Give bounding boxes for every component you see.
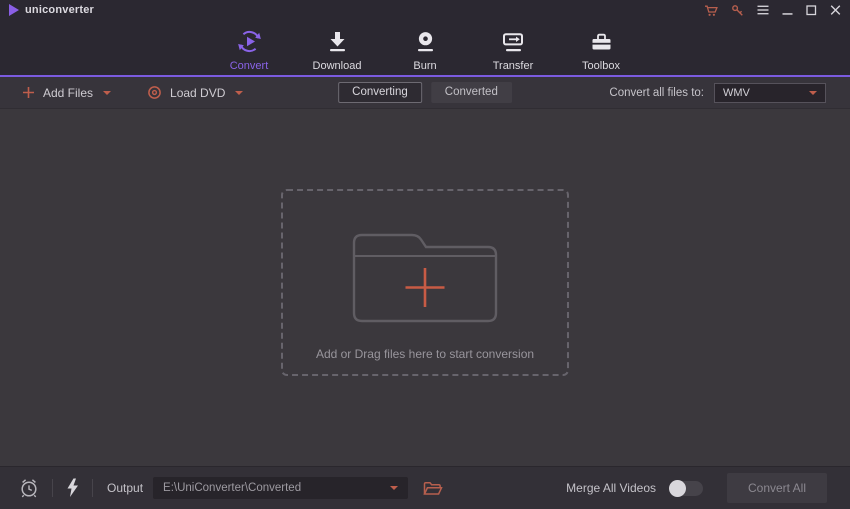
- open-folder-icon[interactable]: [423, 481, 443, 496]
- load-dvd-label: Load DVD: [170, 85, 226, 100]
- footer-divider: [92, 479, 93, 497]
- output-path-dropdown[interactable]: E:\UniConverter\Converted: [153, 477, 409, 499]
- output-path-caret-icon: [390, 486, 399, 490]
- tab-toolbox[interactable]: Toolbox: [571, 20, 631, 75]
- merge-toggle[interactable]: [669, 479, 703, 497]
- add-folder-icon: [352, 233, 498, 323]
- tab-transfer[interactable]: Transfer: [483, 20, 543, 75]
- tab-download[interactable]: Download: [307, 20, 367, 75]
- main-nav: Convert Download Burn Transfer Toolbox: [0, 20, 850, 75]
- burn-icon: [417, 32, 433, 52]
- merge-group: Merge All Videos: [566, 479, 703, 497]
- maximize-icon[interactable]: [806, 4, 817, 16]
- footer-divider: [52, 479, 53, 497]
- download-icon: [329, 32, 345, 52]
- key-icon[interactable]: [731, 4, 744, 17]
- transfer-icon: [502, 33, 523, 52]
- tab-convert[interactable]: Convert: [219, 20, 279, 75]
- output-path-value: E:\UniConverter\Converted: [163, 482, 302, 494]
- load-dvd-button[interactable]: Load DVD: [147, 85, 244, 100]
- uniconverter-window: uniconverter Convert Download Burn Trans…: [0, 0, 850, 509]
- tab-converting[interactable]: Converting: [338, 82, 422, 103]
- drag-drop-zone[interactable]: Add or Drag files here to start conversi…: [281, 189, 569, 376]
- add-files-caret-icon[interactable]: [103, 90, 112, 95]
- format-dropdown-value: WMV: [723, 86, 750, 99]
- plus-icon: [23, 87, 34, 98]
- toolbar: Add Files Load DVD Converting Converted …: [0, 77, 850, 109]
- convert-icon: [237, 30, 261, 53]
- dvd-disc-icon: [148, 86, 161, 99]
- add-files-label: Add Files: [43, 85, 94, 100]
- format-dropdown[interactable]: WMV: [714, 82, 826, 103]
- menu-icon[interactable]: [757, 4, 769, 16]
- format-dropdown-caret-icon: [809, 90, 817, 95]
- load-dvd-caret-icon[interactable]: [235, 90, 244, 95]
- minimize-icon[interactable]: [782, 4, 793, 16]
- merge-all-videos-label: Merge All Videos: [566, 481, 656, 495]
- output-format-group: Convert all files to: WMV: [609, 82, 826, 103]
- store-cart-icon[interactable]: [704, 4, 718, 17]
- tab-burn[interactable]: Burn: [395, 20, 455, 75]
- tab-convert-label: Convert: [229, 60, 269, 72]
- dropzone-message: Add or Drag files here to start conversi…: [315, 347, 535, 361]
- tab-converted[interactable]: Converted: [430, 82, 512, 103]
- file-list-area: Add or Drag files here to start conversi…: [0, 109, 850, 466]
- schedule-clock-icon[interactable]: [18, 477, 40, 499]
- add-files-button[interactable]: Add Files: [22, 85, 112, 100]
- convert-all-button[interactable]: Convert All: [727, 473, 827, 503]
- tab-toolbox-label: Toolbox: [582, 60, 620, 72]
- tab-transfer-label: Transfer: [492, 60, 534, 72]
- tab-burn-label: Burn: [413, 60, 437, 72]
- toolbox-icon: [592, 33, 610, 50]
- queue-tabs: Converting Converted: [338, 82, 512, 103]
- footer-bar: Output E:\UniConverter\Converted Merge A…: [0, 466, 850, 509]
- merge-toggle-knob: [669, 479, 686, 497]
- high-speed-bolt-icon[interactable]: [65, 478, 80, 498]
- titlebar: uniconverter: [0, 0, 850, 20]
- close-icon[interactable]: [830, 4, 841, 16]
- output-label: Output: [107, 481, 144, 495]
- tab-download-label: Download: [312, 60, 362, 72]
- convert-all-files-to-label: Convert all files to:: [609, 86, 704, 99]
- app-title: uniconverter: [25, 4, 95, 16]
- app-logo-icon: [9, 4, 19, 16]
